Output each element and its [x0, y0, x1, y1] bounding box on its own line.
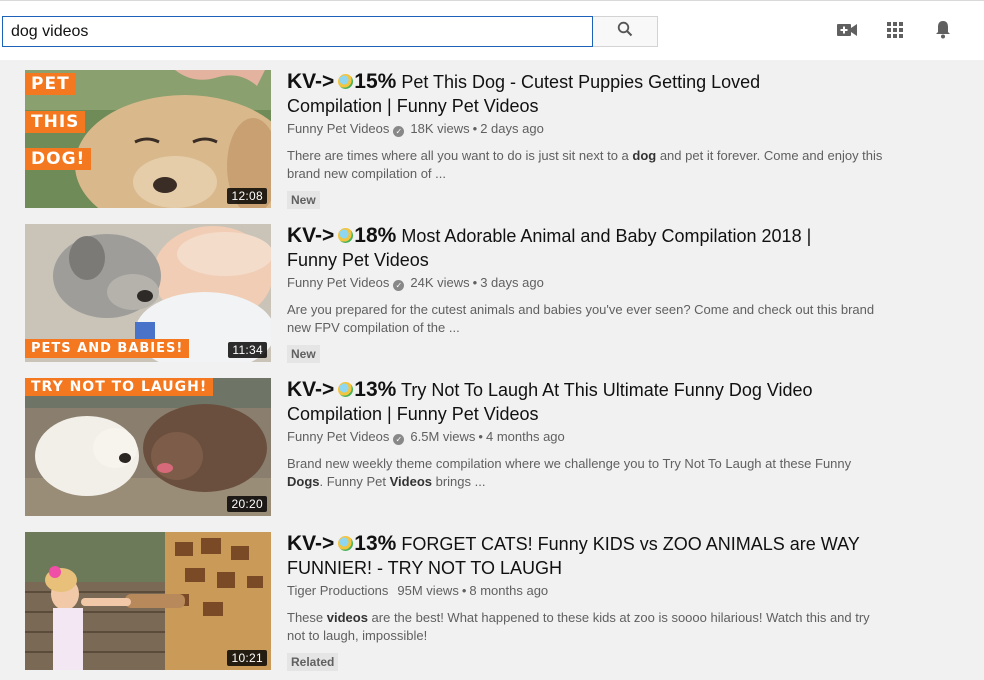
verified-badge-icon: ✓	[393, 126, 405, 137]
view-count: 18K views	[410, 121, 470, 136]
video-result[interactable]: PET THIS DOG! 12:08 KV-> 15% Pet This Dog…	[25, 70, 925, 209]
channel-name[interactable]: Tiger Productions	[287, 583, 388, 598]
desc-text: Are you prepared for the cutest animals …	[287, 302, 875, 335]
video-meta: Funny Pet Videos ✓ 24K views • 3 days ago	[287, 275, 544, 291]
desc-highlight: dog	[632, 148, 657, 163]
video-title[interactable]: KV-> 13% Try Not To Laugh At This Ultimat…	[287, 378, 897, 426]
video-title-line1: Most Adorable Animal and Baby Compilatio…	[401, 226, 812, 246]
thumbnail-caption: PETS AND BABIES!	[25, 339, 190, 358]
upload-age: 8 months ago	[469, 583, 549, 598]
upload-age: 3 days ago	[480, 275, 544, 290]
video-title[interactable]: KV-> 13% FORGET CATS! Funny KIDS vs ZOO A…	[287, 532, 897, 580]
apps-grid-icon	[887, 21, 903, 43]
desc-text: are the best! What happened to these kid…	[287, 610, 870, 643]
notifications-button[interactable]	[932, 21, 954, 43]
video-info: KV-> 18% Most Adorable Animal and Baby Co…	[287, 224, 897, 363]
video-duration: 12:08	[227, 188, 267, 204]
globe-emoji-icon	[338, 74, 354, 89]
kv-label: KV->	[287, 224, 335, 247]
video-description: Brand new weekly theme compilation where…	[287, 455, 887, 491]
video-thumbnail[interactable]: PET THIS DOG! 12:08	[25, 70, 271, 208]
video-title-line2: Compilation | Funny Pet Videos	[287, 96, 539, 116]
video-description: These videos are the best! What happened…	[287, 609, 887, 645]
thumbnail-caption: THIS	[25, 111, 86, 133]
desc-highlight: videos	[326, 610, 368, 625]
desc-highlight: Videos	[389, 474, 432, 489]
video-meta: Funny Pet Videos ✓ 18K views • 2 days ago	[287, 121, 544, 137]
globe-emoji-icon	[338, 536, 354, 551]
video-meta: Funny Pet Videos ✓ 6.5M views • 4 months ago	[287, 429, 565, 445]
view-count: 6.5M views	[410, 429, 476, 444]
new-badge: New	[287, 345, 320, 363]
search-button[interactable]	[593, 16, 658, 47]
video-duration: 11:34	[228, 342, 267, 358]
video-title-line1: FORGET CATS! Funny KIDS vs ZOO ANIMALS a…	[401, 534, 860, 554]
kv-label: KV->	[287, 378, 335, 401]
desc-text: Brand new weekly theme compilation where…	[287, 456, 852, 471]
desc-text: brings ...	[431, 474, 486, 489]
video-duration: 20:20	[227, 496, 267, 512]
video-title-line2: Funny Pet Videos	[287, 250, 429, 270]
video-title-line1: Pet This Dog - Cutest Puppies Getting Lo…	[401, 72, 761, 92]
video-title-line2: Compilation | Funny Pet Videos	[287, 404, 539, 424]
channel-name[interactable]: Funny Pet Videos	[287, 429, 389, 444]
thumbnail-caption: DOG!	[25, 148, 92, 170]
kv-percent: 15%	[354, 70, 397, 93]
view-count: 24K views	[410, 275, 470, 290]
video-result[interactable]: TRY NOT TO LAUGH! 20:20 KV-> 13% Try Not …	[25, 378, 925, 516]
video-info: KV-> 13% FORGET CATS! Funny KIDS vs ZOO A…	[287, 532, 897, 671]
kv-label: KV->	[287, 70, 335, 93]
kv-label: KV->	[287, 532, 335, 555]
video-description: There are times where all you want to do…	[287, 147, 887, 183]
new-badge: New	[287, 191, 320, 209]
channel-name[interactable]: Funny Pet Videos	[287, 121, 389, 136]
search-icon	[617, 21, 633, 42]
desc-text: . Funny Pet	[319, 474, 390, 489]
desc-text: These	[287, 610, 327, 625]
globe-emoji-icon	[338, 382, 354, 397]
video-thumbnail[interactable]: 10:21	[25, 532, 271, 670]
desc-highlight: Dogs	[287, 474, 320, 489]
search-box	[2, 16, 658, 47]
apps-button[interactable]	[884, 21, 906, 43]
video-camera-add-icon	[837, 23, 857, 42]
channel-name[interactable]: Funny Pet Videos	[287, 275, 389, 290]
video-title[interactable]: KV-> 15% Pet This Dog - Cutest Puppies Ge…	[287, 70, 897, 118]
view-count: 95M views	[397, 583, 459, 598]
video-thumbnail[interactable]: PETS AND BABIES! 11:34	[25, 224, 271, 362]
desc-text: There are times where all you want to do…	[287, 148, 633, 163]
video-description: Are you prepared for the cutest animals …	[287, 301, 887, 337]
thumbnail-caption: PET	[25, 73, 76, 95]
video-info: KV-> 13% Try Not To Laugh At This Ultimat…	[287, 378, 897, 491]
video-result[interactable]: PETS AND BABIES! 11:34 KV-> 18% Most Ador…	[25, 224, 925, 363]
kv-percent: 13%	[354, 532, 397, 555]
kv-percent: 18%	[354, 224, 397, 247]
related-badge: Related	[287, 653, 339, 671]
verified-badge-icon: ✓	[393, 280, 405, 291]
video-title[interactable]: KV-> 18% Most Adorable Animal and Baby Co…	[287, 224, 897, 272]
upload-age: 4 months ago	[485, 429, 565, 444]
video-duration: 10:21	[227, 650, 267, 666]
globe-emoji-icon	[338, 228, 354, 243]
masthead	[0, 0, 984, 60]
verified-badge-icon: ✓	[393, 434, 405, 445]
video-title-line2: FUNNIER! - TRY NOT TO LAUGH	[287, 558, 563, 578]
video-info: KV-> 15% Pet This Dog - Cutest Puppies Ge…	[287, 70, 897, 209]
create-video-button[interactable]	[836, 21, 858, 43]
kv-percent: 13%	[354, 378, 397, 401]
search-input[interactable]	[2, 16, 593, 47]
video-result[interactable]: 10:21 KV-> 13% FORGET CATS! Funny KIDS vs…	[25, 532, 925, 671]
upload-age: 2 days ago	[480, 121, 544, 136]
video-meta: Tiger Productions 95M views • 8 months ago	[287, 583, 549, 598]
video-title-line1: Try Not To Laugh At This Ultimate Funny …	[401, 380, 813, 400]
video-thumbnail[interactable]: TRY NOT TO LAUGH! 20:20	[25, 378, 271, 516]
thumbnail-caption: TRY NOT TO LAUGH!	[25, 378, 214, 396]
notifications-bell-icon	[935, 20, 951, 44]
